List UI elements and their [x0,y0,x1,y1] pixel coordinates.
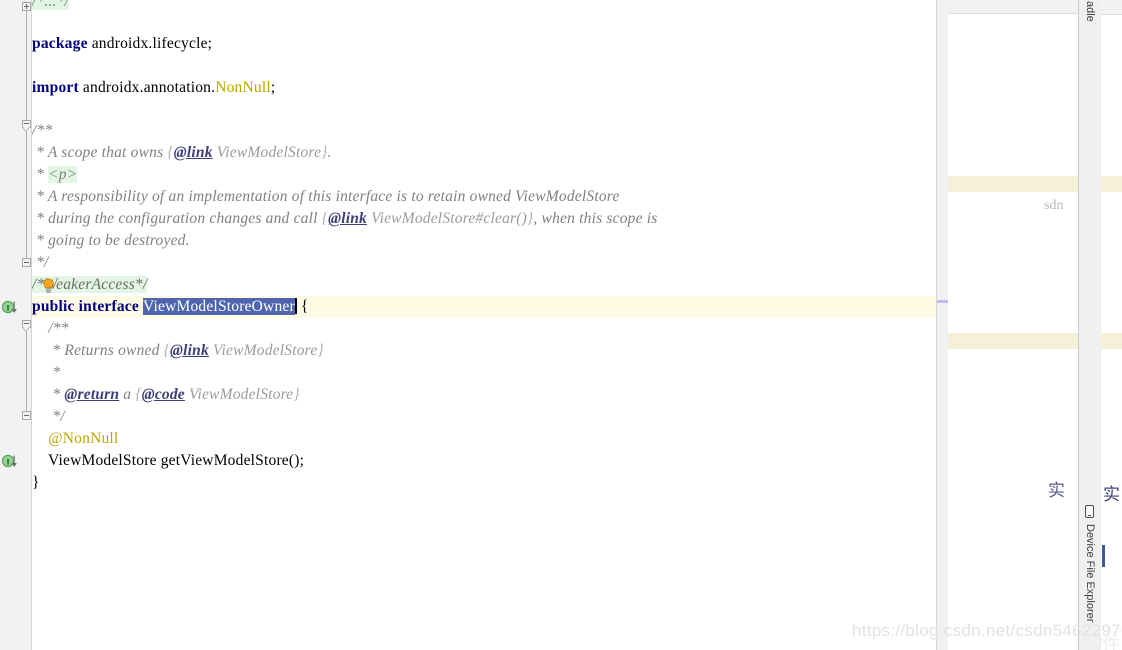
javadoc-line-p-tag: * <p> [32,164,78,186]
fold-marker-end-javadoc-1[interactable] [22,258,31,267]
folded-comment-text: /*...*/ [32,0,70,10]
javadoc-close-1: */ [32,252,49,274]
javadoc-open-2: /** [32,318,69,340]
keyword-import: import [32,79,79,96]
background-watermark-fragment: sdn [1044,198,1064,213]
javadoc-text: * during the configuration changes and c… [32,210,322,227]
javadoc-code-target: ViewModelStore [184,386,294,403]
adjacent-window-sliver[interactable]: 实 [1101,0,1122,650]
import-annotation-name: NonNull [215,79,271,96]
javadoc-text: * going to be destroyed. [32,232,190,249]
right-tool-window-bar[interactable]: adle Device File Explorer [1078,0,1102,650]
implemented-method-icon[interactable]: I [1,453,20,469]
code-line-folded-comment[interactable]: /*...*/ [32,0,70,13]
fold-rail-javadoc-2 [26,326,27,414]
code-line-nonnull-annotation: @NonNull [32,428,118,450]
android-studio-editor-window: I I /*...*/ package androidx.lifecycle; … [0,0,1122,650]
javadoc-open-text: /** [32,320,69,337]
javadoc-link-target[interactable]: ViewModelStore [213,144,321,161]
javadoc-line-returns-owned: * Returns owned {@link ViewModelStore} [32,340,324,362]
annotation-nonnull: @NonNull [32,430,119,447]
javadoc-close-text: */ [32,254,49,271]
code-line-package: package androidx.lifecycle; [32,33,212,55]
fold-marker-expanded-javadoc-2[interactable] [22,320,31,333]
intention-bulb-icon[interactable] [42,278,55,294]
intention-bulb-glyph [43,278,54,293]
adjacent-window-highlight-row [1101,176,1122,192]
javadoc-line-during-config: * during the configuration changes and c… [32,208,658,230]
package-name: androidx.lifecycle; [87,35,213,52]
declaration-modifiers: public interface [32,298,144,315]
fold-marker-expanded-javadoc-1[interactable] [22,120,31,133]
open-brace: { [296,298,309,315]
code-line-method-signature: ViewModelStore getViewModelStore(); [32,450,304,472]
javadoc-html-p-tag: <p> [48,166,78,183]
import-semicolon: ; [270,79,276,96]
implemented-method-glyph: I [1,300,17,314]
javadoc-code-tag[interactable]: @code [142,386,185,403]
code-line-closing-brace: } [32,472,40,494]
javadoc-link-tag[interactable]: @link [174,144,213,161]
fold-marker-end-javadoc-2[interactable] [22,411,31,420]
page-watermark: https://blog.csdn.net/csdn546229768 [852,621,1122,640]
code-editor-area[interactable]: /*...*/ package androidx.lifecycle; impo… [32,0,936,650]
code-line-interface-declaration: public interface ViewModelStoreOwner { [32,296,309,318]
javadoc-line-return-tag: * @return a {@code ViewModelStore} [32,384,300,406]
fold-rail-javadoc-1 [26,130,27,260]
javadoc-star: * [32,364,61,381]
javadoc-text: * A scope that owns [32,144,168,161]
javadoc-text: a [119,386,136,403]
adjacent-window-caret-bar [1102,545,1105,567]
fold-rail-top [26,8,27,126]
closing-brace: } [32,474,40,491]
javadoc-open-1: /** [32,120,52,142]
javadoc-brace-close: } [317,342,324,359]
javadoc-return-tag[interactable]: @return [64,386,119,403]
javadoc-star: * [32,386,65,403]
background-pane-highlight-row [948,176,1078,192]
javadoc-period: . [327,144,332,161]
adjacent-window-toolbar [1101,0,1122,15]
background-editor-pane[interactable]: sdn 实 [948,0,1078,650]
implemented-method-glyph: I [1,454,17,468]
code-line-import: import androidx.annotation.NonNull; [32,77,275,99]
tool-window-tab-gradle-label: adle [1084,1,1096,22]
javadoc-star: * [32,166,49,183]
background-cjk-text: 实 [1048,481,1065,500]
adjacent-window-highlight-row [1101,333,1122,349]
adjacent-window-cjk-text: 实 [1103,485,1120,504]
fold-marker-collapsed-top[interactable] [22,2,31,11]
javadoc-close-text: */ [32,408,65,425]
javadoc-line-responsibility: * A responsibility of an implementation … [32,186,620,208]
javadoc-line-scope: * A scope that owns {@link ViewModelStor… [32,142,332,164]
implemented-method-icon[interactable]: I [1,299,20,315]
page-watermark-tail: /件 [1098,635,1120,650]
background-pane-highlight-row [948,333,1078,349]
javadoc-line-destroyed: * going to be destroyed. [32,230,190,252]
javadoc-line-blank: * [32,362,60,384]
fold-arrow-tip-inner [23,327,29,331]
import-path: androidx.annotation. [78,79,216,96]
phone-icon [1085,505,1094,518]
method-signature-text: ViewModelStore getViewModelStore(); [32,452,305,469]
javadoc-brace-close: } [293,386,300,403]
javadoc-open-text: /** [32,122,53,139]
javadoc-link-target[interactable]: ViewModelStore#clear() [367,210,527,227]
selected-identifier[interactable]: ViewModelStoreOwner [143,298,295,315]
javadoc-link-tag[interactable]: @link [170,342,209,359]
fold-arrow-dash [24,323,29,324]
javadoc-text: * A responsibility of an implementation … [32,188,620,205]
tool-window-tab-device-file-explorer-label: Device File Explorer [1084,524,1096,623]
fold-arrow-tip-inner [23,127,29,131]
javadoc-link-tag[interactable]: @link [328,210,367,227]
javadoc-text: , when this scope is [533,210,658,227]
javadoc-text: * Returns owned [32,342,164,359]
fold-arrow-dash [24,123,29,124]
keyword-package: package [32,35,88,52]
javadoc-close-2: */ [32,406,65,428]
javadoc-link-target[interactable]: ViewModelStore [209,342,317,359]
background-pane-toolbar [948,0,1078,14]
editor-gutter[interactable] [0,0,22,650]
